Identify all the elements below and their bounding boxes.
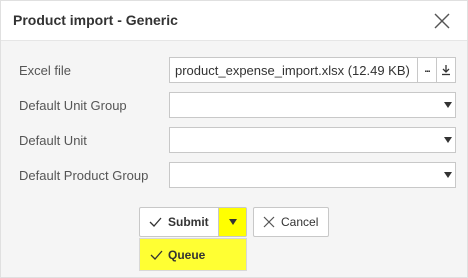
excel-file-label: Excel file bbox=[19, 63, 72, 78]
chevron-down-icon bbox=[441, 128, 455, 152]
chevron-down-icon bbox=[441, 93, 455, 117]
default-unit-select[interactable] bbox=[169, 127, 456, 153]
submit-button[interactable]: Submit bbox=[140, 208, 219, 236]
default-product-group-select[interactable] bbox=[169, 162, 456, 188]
browse-file-button[interactable]: ... bbox=[417, 58, 436, 82]
check-icon bbox=[150, 250, 163, 260]
submit-dropdown-toggle[interactable] bbox=[218, 208, 246, 236]
submit-dropdown-menu: Queue bbox=[139, 238, 247, 271]
default-unit-group-label: Default Unit Group bbox=[19, 98, 127, 113]
close-icon[interactable] bbox=[431, 10, 453, 32]
submit-split-button: Submit bbox=[139, 207, 247, 237]
default-product-group-label: Default Product Group bbox=[19, 168, 149, 183]
chevron-down-icon bbox=[441, 163, 455, 187]
submit-label: Submit bbox=[168, 215, 209, 229]
caret-down-icon bbox=[228, 219, 237, 225]
excel-file-field: product_expense_import.xlsx (12.49 KB) .… bbox=[169, 57, 456, 83]
download-icon[interactable] bbox=[436, 58, 455, 82]
default-unit-group-select[interactable] bbox=[169, 92, 456, 118]
check-icon bbox=[149, 217, 162, 227]
menu-item-queue[interactable]: Queue bbox=[140, 239, 246, 270]
default-unit-label: Default Unit bbox=[19, 133, 87, 148]
more-icon: ... bbox=[424, 63, 430, 75]
cancel-button[interactable]: Cancel bbox=[253, 207, 329, 237]
product-import-dialog: Product import - Generic Excel file prod… bbox=[0, 0, 468, 278]
cancel-label: Cancel bbox=[281, 215, 319, 229]
dialog-title: Product import - Generic bbox=[13, 12, 178, 28]
menu-item-label: Queue bbox=[168, 247, 206, 262]
excel-file-value: product_expense_import.xlsx (12.49 KB) bbox=[175, 63, 410, 78]
dialog-header: Product import - Generic bbox=[1, 1, 467, 41]
close-icon bbox=[263, 216, 275, 228]
